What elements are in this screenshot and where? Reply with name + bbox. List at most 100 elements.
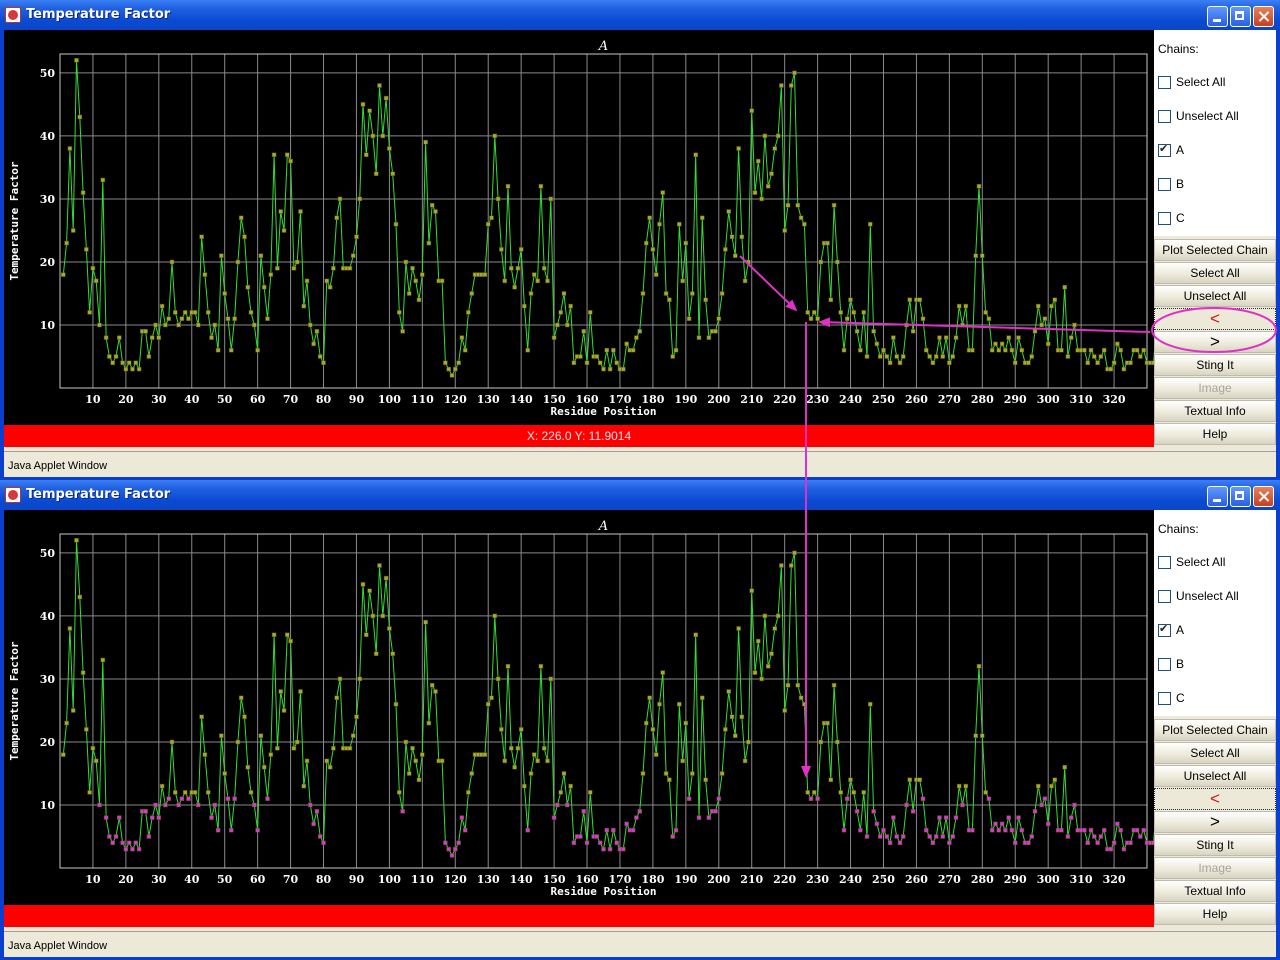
sting-it-button[interactable]: Sting It — [1154, 834, 1276, 856]
data-point — [492, 613, 498, 619]
java-app-icon[interactable] — [5, 7, 21, 23]
data-point — [818, 739, 824, 745]
checkbox-box[interactable] — [1158, 590, 1171, 603]
data-point — [719, 771, 725, 776]
x-tick-label: 140 — [510, 393, 533, 406]
plot-svg[interactable]: 10 20 30 40 50 60 70 80 90 100 110 120 130 140 150 160 1… — [4, 30, 1154, 425]
data-point — [891, 335, 896, 340]
select-all-button[interactable]: Select All — [1154, 742, 1276, 764]
data-point-highlighted — [634, 815, 639, 820]
data-point — [568, 783, 573, 789]
java-app-icon[interactable] — [5, 487, 21, 503]
checkbox-box[interactable] — [1158, 622, 1171, 637]
data-point — [123, 366, 129, 372]
unselect-all-button[interactable]: Unselect All — [1154, 765, 1276, 787]
checkbox-box[interactable] — [1158, 76, 1171, 89]
data-point-highlighted — [1121, 846, 1127, 852]
data-point — [169, 259, 175, 265]
data-point — [334, 215, 339, 221]
data-point — [1009, 347, 1015, 353]
data-point — [515, 746, 521, 751]
data-point — [614, 360, 619, 366]
window-title: Temperature Factor — [26, 7, 171, 22]
data-point-highlighted — [215, 827, 221, 833]
data-point-highlighted — [120, 840, 125, 846]
plot-svg[interactable]: 10 20 30 40 50 60 70 80 90 100 110 120 130 140 150 160 1… — [4, 510, 1154, 905]
data-point — [331, 266, 336, 271]
data-point-highlighted — [459, 815, 465, 820]
data-point — [980, 733, 985, 738]
data-point-highlighted — [960, 802, 965, 808]
data-point — [561, 771, 567, 776]
unselect-all-button[interactable]: Unselect All — [1154, 285, 1276, 307]
help-button[interactable]: Help — [1154, 423, 1276, 445]
data-point — [1128, 360, 1133, 366]
checkbox-box[interactable] — [1158, 692, 1171, 705]
data-point — [802, 701, 807, 707]
textual-info-button[interactable]: Textual Info — [1154, 400, 1276, 422]
data-point — [136, 366, 142, 372]
checkbox-box[interactable] — [1158, 178, 1171, 191]
data-point-highlighted — [565, 802, 570, 808]
minimize-button[interactable] — [1207, 6, 1228, 27]
checkbox-box[interactable] — [1158, 658, 1171, 671]
data-point — [973, 253, 978, 258]
previous-button[interactable]: < — [1154, 308, 1276, 330]
data-point-highlighted — [107, 834, 112, 839]
checkbox-box[interactable] — [1158, 212, 1171, 225]
checkbox-box[interactable] — [1158, 556, 1171, 569]
data-point — [1052, 777, 1058, 783]
data-point-highlighted — [927, 834, 932, 839]
next-button[interactable]: > — [1154, 811, 1276, 833]
data-point — [927, 354, 932, 359]
data-point — [900, 354, 906, 359]
data-point-highlighted — [117, 815, 122, 820]
data-point-highlighted — [1003, 827, 1008, 833]
data-point — [406, 291, 412, 296]
title-bar[interactable]: Temperature Factor — [0, 0, 1280, 30]
temperature-factor-plot[interactable]: 10 20 30 40 50 60 70 80 90 100 110 120 130 140 150 160 1… — [4, 510, 1154, 905]
textual-info-button[interactable]: Textual Info — [1154, 880, 1276, 902]
data-point — [993, 341, 998, 347]
temperature-factor-plot[interactable]: 10 20 30 40 50 60 70 80 90 100 110 120 130 140 150 160 1… — [4, 30, 1154, 425]
plot-selected-chain-button[interactable]: Plot Selected Chain — [1154, 719, 1276, 741]
data-point-highlighted — [462, 827, 468, 833]
data-point — [337, 196, 343, 202]
sting-it-button[interactable]: Sting It — [1154, 354, 1276, 376]
maximize-button[interactable] — [1230, 486, 1251, 507]
data-point — [192, 310, 198, 315]
x-tick-label: 120 — [444, 393, 467, 406]
help-button[interactable]: Help — [1154, 903, 1276, 925]
data-point-highlighted — [624, 821, 629, 827]
x-tick-label: 200 — [707, 393, 730, 406]
data-point — [100, 177, 106, 183]
x-tick-label: 190 — [674, 873, 697, 886]
checkbox-box[interactable] — [1158, 142, 1171, 157]
data-point — [673, 347, 679, 353]
previous-button[interactable]: < — [1154, 788, 1276, 810]
data-point — [387, 626, 392, 631]
data-point — [120, 360, 125, 366]
data-point — [963, 783, 969, 789]
plot-selected-chain-button[interactable]: Plot Selected Chain — [1154, 239, 1276, 261]
x-tick-label: 100 — [378, 393, 401, 406]
close-button[interactable] — [1253, 486, 1274, 507]
x-tick-label: 10 — [85, 393, 101, 406]
minimize-button[interactable] — [1207, 486, 1228, 507]
data-point — [976, 184, 982, 189]
data-point — [973, 733, 978, 738]
select-all-button[interactable]: Select All — [1154, 262, 1276, 284]
x-tick-label: 250 — [872, 873, 895, 886]
data-point — [805, 790, 810, 795]
data-point — [133, 360, 139, 366]
title-bar[interactable]: Temperature Factor — [0, 480, 1280, 510]
data-point — [182, 790, 188, 795]
data-point — [782, 708, 787, 713]
data-point — [970, 347, 975, 353]
next-button[interactable]: > — [1154, 331, 1276, 353]
maximize-button[interactable] — [1230, 6, 1251, 27]
data-point — [976, 664, 982, 669]
data-point — [1045, 341, 1051, 347]
close-button[interactable] — [1253, 6, 1274, 27]
checkbox-box[interactable] — [1158, 110, 1171, 123]
